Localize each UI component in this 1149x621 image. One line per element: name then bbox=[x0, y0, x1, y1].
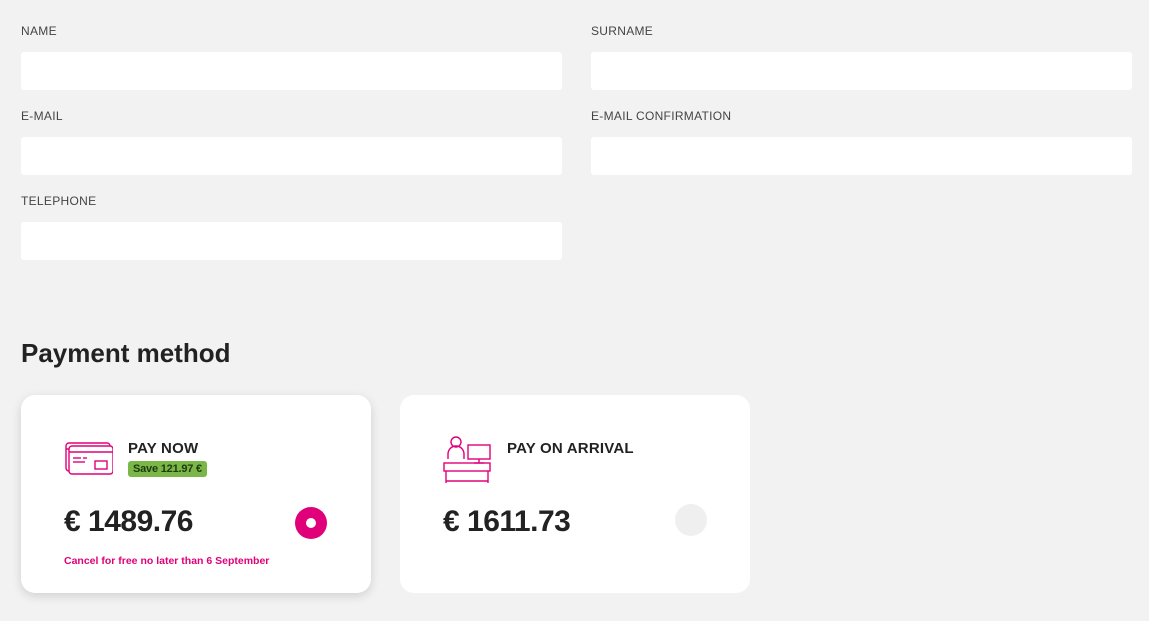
pay-on-arrival-radio[interactable] bbox=[675, 504, 707, 536]
email-field: E-MAIL bbox=[21, 107, 562, 175]
pay-on-arrival-option[interactable]: PAY ON ARRIVAL € 1611.73 bbox=[400, 395, 750, 593]
surname-label: SURNAME bbox=[591, 24, 654, 38]
free-cancellation-note: Cancel for free no later than 6 Septembe… bbox=[64, 555, 270, 567]
telephone-field: TELEPHONE bbox=[21, 192, 562, 260]
savings-badge: Save 121.97 € bbox=[128, 461, 207, 477]
email-confirmation-label: E-MAIL CONFIRMATION bbox=[591, 109, 732, 123]
telephone-label: TELEPHONE bbox=[21, 194, 97, 208]
email-input[interactable] bbox=[21, 137, 562, 175]
pay-now-price: € 1489.76 bbox=[64, 505, 193, 538]
pay-now-radio[interactable] bbox=[295, 507, 327, 539]
pay-now-option[interactable]: PAY NOW Save 121.97 € € 1489.76 Cancel f… bbox=[21, 395, 371, 593]
booking-form-page: NAME SURNAME E-MAIL E-MAIL CONFIRMATION … bbox=[0, 0, 1149, 621]
radio-selected-dot bbox=[306, 518, 316, 528]
surname-field: SURNAME bbox=[591, 22, 1132, 90]
pay-now-title: PAY NOW bbox=[128, 440, 199, 457]
payment-method-title: Payment method bbox=[21, 338, 231, 368]
email-confirmation-input[interactable] bbox=[591, 137, 1132, 175]
name-label: NAME bbox=[21, 24, 57, 38]
name-field: NAME bbox=[21, 22, 562, 90]
telephone-input[interactable] bbox=[21, 222, 562, 260]
name-input[interactable] bbox=[21, 52, 562, 90]
pay-on-arrival-title: PAY ON ARRIVAL bbox=[507, 440, 634, 457]
credit-card-icon bbox=[65, 442, 113, 475]
reception-desk-icon bbox=[443, 436, 491, 483]
surname-input[interactable] bbox=[591, 52, 1132, 90]
email-label: E-MAIL bbox=[21, 109, 63, 123]
pay-on-arrival-price: € 1611.73 bbox=[443, 505, 571, 538]
email-confirmation-field: E-MAIL CONFIRMATION bbox=[591, 107, 1132, 175]
